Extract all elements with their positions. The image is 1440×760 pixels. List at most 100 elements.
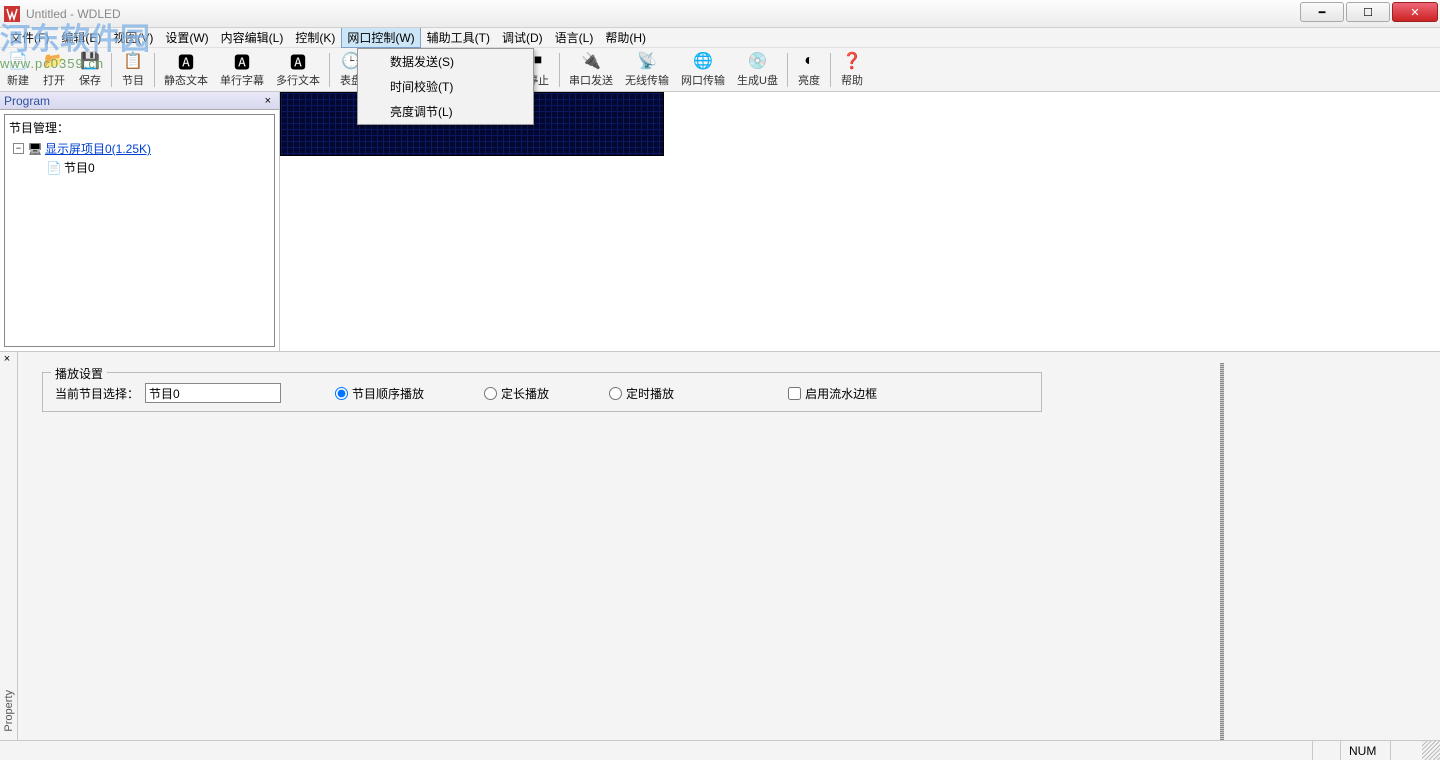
wireless-icon: 📡: [637, 51, 657, 71]
dropdown-data-send[interactable]: 数据发送(S): [358, 49, 533, 74]
toolbar-single-line-button[interactable]: 🅰单行字幕: [214, 50, 270, 90]
menubar: 文件(F) 编辑(E) 视图(V) 设置(W) 内容编辑(L) 控制(K) 网口…: [0, 28, 1440, 48]
close-button[interactable]: ✕: [1392, 2, 1438, 22]
toolbar-static-text-label: 静态文本: [164, 72, 208, 88]
toolbar-separator: [154, 53, 155, 87]
statusbar: NUM: [0, 740, 1440, 760]
radio-sequential-input[interactable]: [335, 387, 348, 400]
property-tab[interactable]: Property: [0, 352, 18, 740]
screen-icon: 🖥: [28, 142, 42, 156]
splitter-handle[interactable]: [1220, 363, 1224, 740]
minimize-button[interactable]: ━: [1300, 2, 1344, 22]
checkbox-border[interactable]: 启用流水边框: [788, 385, 877, 402]
toolbar-usb-label: 生成U盘: [737, 72, 778, 88]
property-tab-label: Property: [3, 690, 15, 732]
toolbar-brightness-label: 亮度: [798, 72, 820, 88]
toolbar-open-button[interactable]: 📂打开: [36, 50, 72, 90]
toolbar-separator: [787, 53, 788, 87]
toolbar-save-label: 保存: [79, 72, 101, 88]
menu-aux-tools[interactable]: 辅助工具(T): [421, 27, 496, 48]
open-icon: 📂: [44, 51, 64, 71]
program-tree: 节目管理： − 🖥 显示屏项目0(1.25K) 📄 节目0: [4, 114, 275, 347]
menu-network-control[interactable]: 网口控制(W): [341, 27, 420, 48]
save-icon: 💾: [80, 51, 100, 71]
radio-fixed-length[interactable]: 定长播放: [484, 385, 549, 402]
tree-root-row[interactable]: − 🖥 显示屏项目0(1.25K): [9, 139, 270, 158]
checkbox-border-input[interactable]: [788, 387, 801, 400]
toolbar-static-text-button[interactable]: 🅰静态文本: [158, 50, 214, 90]
menu-help[interactable]: 帮助(H): [599, 27, 652, 48]
property-panel: × Property 播放设置 当前节目选择： 节目顺序播放 定长: [0, 352, 1440, 740]
serial-send-icon: 🔌: [581, 51, 601, 71]
status-cell-3: [1390, 741, 1418, 760]
toolbar-usb-button[interactable]: 💿生成U盘: [731, 50, 784, 90]
toolbar-wireless-button[interactable]: 📡无线传输: [619, 50, 675, 90]
program-panel-close[interactable]: ×: [261, 95, 275, 107]
program-panel-header: Program ×: [0, 92, 279, 110]
titlebar: Untitled - WDLED ━ ☐ ✕: [0, 0, 1440, 28]
toolbar-new-button[interactable]: 📄新建: [0, 50, 36, 90]
dropdown-time-sync[interactable]: 时间校验(T): [358, 74, 533, 99]
program-icon: 📋: [123, 51, 143, 71]
program-panel-title: Program: [4, 94, 50, 108]
toolbar-brightness-button[interactable]: ◐亮度: [791, 50, 827, 90]
toolbar-new-label: 新建: [7, 72, 29, 88]
toolbar-open-label: 打开: [43, 72, 65, 88]
toolbar-single-line-label: 单行字幕: [220, 72, 264, 88]
status-cell-1: [1312, 741, 1340, 760]
toolbar: 📄新建📂打开💾保存📋节目🅰静态文本🅰单行字幕🅰多行文本🕒表盘⏱计时🌡温度⛔删除▶…: [0, 48, 1440, 92]
resize-grip-icon[interactable]: [1422, 741, 1440, 760]
radio-fixed-length-input[interactable]: [484, 387, 497, 400]
menu-view[interactable]: 视图(V): [107, 27, 159, 48]
toolbar-serial-send-label: 串口发送: [569, 72, 613, 88]
app-icon: [4, 6, 20, 22]
radio-timed[interactable]: 定时播放: [609, 385, 674, 402]
toolbar-help-button[interactable]: ❓帮助: [834, 50, 870, 90]
toolbar-multi-line-button[interactable]: 🅰多行文本: [270, 50, 326, 90]
workspace: Program × 节目管理： − 🖥 显示屏项目0(1.25K) 📄 节目0 …: [0, 92, 1440, 740]
program-panel: Program × 节目管理： − 🖥 显示屏项目0(1.25K) 📄 节目0: [0, 92, 280, 351]
toolbar-program-button[interactable]: 📋节目: [115, 50, 151, 90]
help-icon: ❓: [842, 51, 862, 71]
toolbar-separator: [111, 53, 112, 87]
tree-child-label: 节目0: [64, 159, 95, 176]
tree-collapse-icon[interactable]: −: [13, 143, 24, 154]
brightness-icon: ◐: [799, 52, 819, 71]
new-icon: 📄: [8, 51, 28, 71]
menu-debug[interactable]: 调试(D): [496, 27, 549, 48]
toolbar-separator: [329, 53, 330, 87]
radio-timed-input[interactable]: [609, 387, 622, 400]
toolbar-separator: [830, 53, 831, 87]
maximize-button[interactable]: ☐: [1346, 2, 1390, 22]
menu-file[interactable]: 文件(F): [4, 27, 55, 48]
toolbar-serial-send-button[interactable]: 🔌串口发送: [563, 50, 619, 90]
toolbar-multi-line-label: 多行文本: [276, 72, 320, 88]
menu-edit[interactable]: 编辑(E): [55, 27, 107, 48]
usb-icon: 💿: [747, 51, 767, 71]
window-controls: ━ ☐ ✕: [1300, 2, 1438, 22]
current-program-input[interactable]: [145, 383, 281, 403]
radio-sequential[interactable]: 节目顺序播放: [335, 385, 424, 402]
menu-language[interactable]: 语言(L): [549, 27, 600, 48]
property-close[interactable]: ×: [0, 352, 14, 366]
toolbar-program-label: 节目: [122, 72, 144, 88]
canvas-area: [280, 92, 1440, 351]
toolbar-save-button[interactable]: 💾保存: [72, 50, 108, 90]
dropdown-brightness[interactable]: 亮度调节(L): [358, 99, 533, 124]
current-program-label: 当前节目选择：: [55, 385, 139, 402]
static-text-icon: 🅰: [176, 51, 196, 71]
toolbar-help-label: 帮助: [841, 72, 863, 88]
toolbar-network-button[interactable]: 🌐网口传输: [675, 50, 731, 90]
single-line-icon: 🅰: [232, 51, 252, 71]
menu-control[interactable]: 控制(K): [289, 27, 341, 48]
menu-content-edit[interactable]: 内容编辑(L): [215, 27, 290, 48]
tree-child-row[interactable]: 📄 节目0: [9, 158, 270, 177]
network-icon: 🌐: [693, 51, 713, 71]
window-title: Untitled - WDLED: [26, 7, 121, 21]
toolbar-wireless-label: 无线传输: [625, 72, 669, 88]
fieldset-legend: 播放设置: [51, 365, 107, 382]
toolbar-separator: [559, 53, 560, 87]
multi-line-icon: 🅰: [288, 51, 308, 71]
menu-settings[interactable]: 设置(W): [159, 27, 214, 48]
tree-root-label[interactable]: 显示屏项目0(1.25K): [45, 140, 151, 157]
